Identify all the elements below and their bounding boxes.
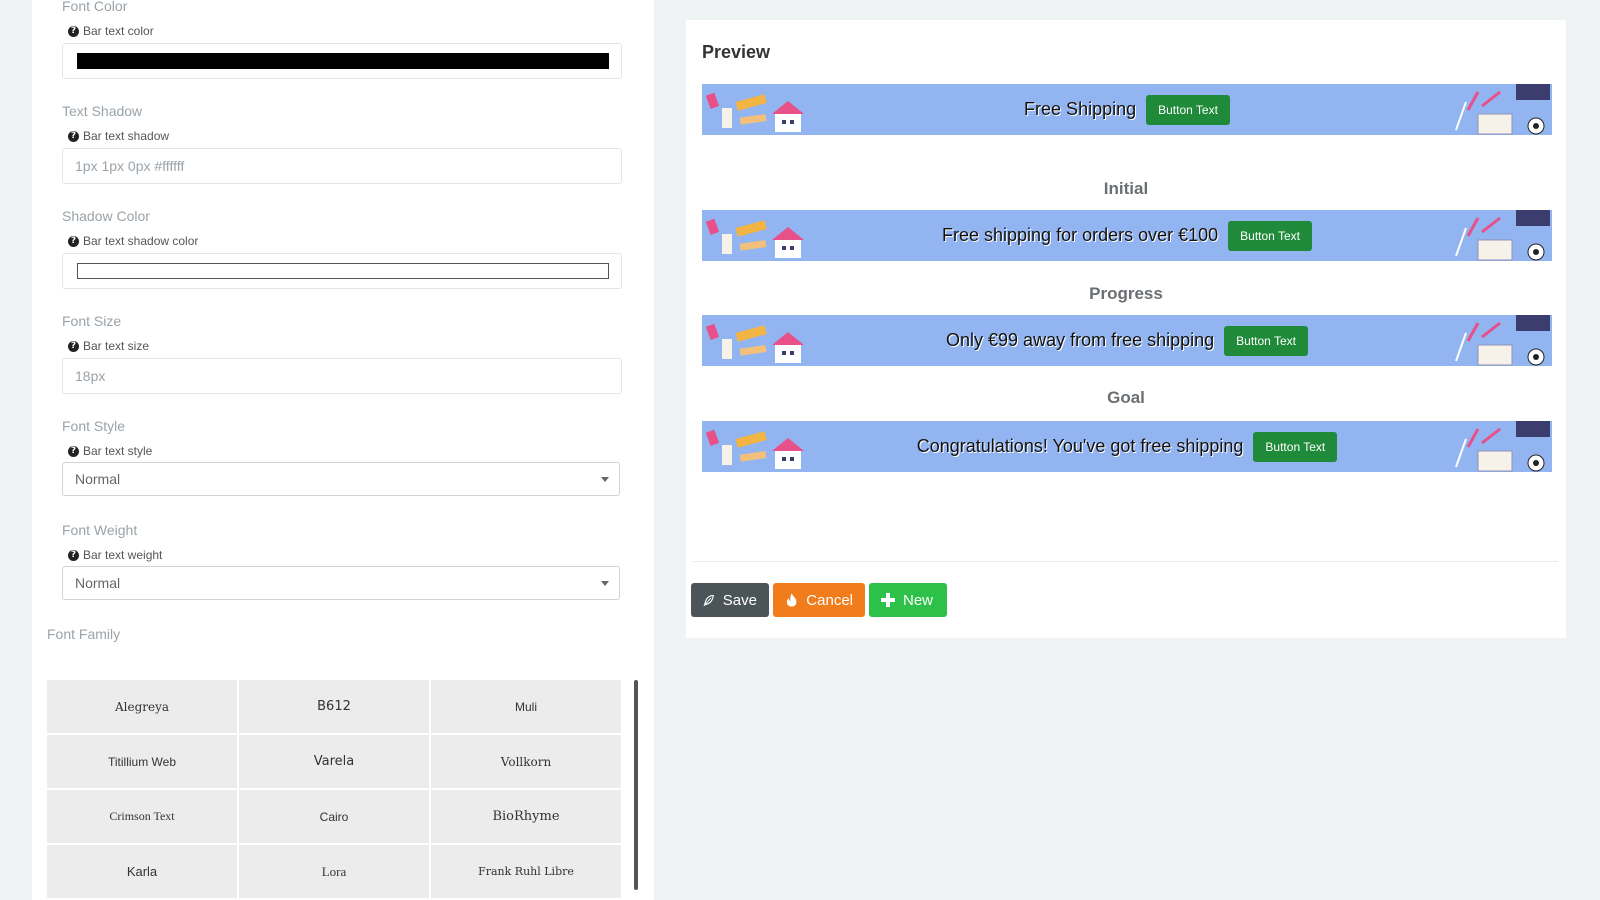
font-size-hint: ? Bar text size [68,339,149,353]
preview-bar-default: Free Shipping Button Text [702,84,1552,135]
school-supplies-icon [1455,210,1550,261]
bar-button[interactable]: Button Text [1224,325,1308,356]
font-grid-scrollbar[interactable] [634,680,638,890]
font-size-input[interactable]: 18px [62,358,622,394]
font-family-label: Font Family [47,626,121,642]
school-supplies-icon [1455,315,1550,366]
preview-bar-initial: Free shipping for orders over €100 Butto… [702,210,1552,261]
font-option-varela[interactable]: Varela [239,735,429,788]
cancel-button[interactable]: Cancel [773,583,865,617]
feather-icon [703,595,714,607]
font-style-selected: Normal [75,471,121,487]
bar-button[interactable]: Button Text [1228,220,1312,251]
shadow-color-hint-text: Bar text shadow color [83,234,199,248]
font-color-picker[interactable] [62,43,622,79]
question-icon: ? [68,549,79,561]
font-option-cairo[interactable]: Cairo [239,790,429,843]
font-color-swatch[interactable] [77,53,609,69]
new-button[interactable]: New [869,583,947,617]
font-option-crimson-text[interactable]: Crimson Text [47,790,237,843]
question-icon: ? [68,445,79,457]
preview-panel: Preview Free Shipping Button Text Initia… [686,20,1566,638]
save-button-label: Save [722,591,757,609]
font-size-hint-text: Bar text size [83,339,150,353]
font-color-hint: ? Bar text color [68,24,154,38]
text-shadow-hint: ? Bar text shadow [68,129,169,143]
state-title-initial: Initial [1103,179,1149,198]
font-option-frank-ruhl-libre[interactable]: Frank Ruhl Libre [431,845,621,898]
font-size-label: Font Size [62,313,122,329]
bar-message: Only €99 away from free shipping [946,330,1215,350]
bar-button[interactable]: Button Text [1146,94,1230,125]
question-icon: ? [68,340,79,352]
state-title-progress: Progress [1089,284,1163,303]
preview-bar-progress: Only €99 away from free shipping Button … [702,315,1552,366]
font-option-vollkorn[interactable]: Vollkorn [431,735,621,788]
font-option-b612[interactable]: B612 [239,680,429,733]
question-icon: ? [68,235,79,247]
font-style-select[interactable]: Normal [62,462,620,496]
question-icon: ? [68,25,79,37]
font-size-placeholder: 18px [75,368,106,384]
font-style-hint: ? Bar text style [68,444,152,458]
fire-icon [786,593,797,607]
font-weight-hint: ? Bar text weight [68,548,162,562]
font-weight-label: Font Weight [62,522,138,538]
settings-panel: Font Color ? Bar text color Text Shadow … [32,0,654,900]
font-color-label: Font Color [62,0,128,14]
text-shadow-hint-text: Bar text shadow [83,129,170,143]
font-option-lora[interactable]: Lora [239,845,429,898]
text-shadow-label: Text Shadow [62,103,143,119]
font-weight-selected: Normal [75,575,121,591]
school-supplies-icon [1455,84,1550,135]
question-icon: ? [68,130,79,142]
font-option-alegreya[interactable]: Alegreya [47,680,237,733]
school-supplies-icon [1455,421,1550,472]
font-option-karla[interactable]: Karla [47,845,237,898]
font-color-hint-text: Bar text color [83,24,154,38]
font-weight-select[interactable]: Normal [62,566,620,600]
font-style-label: Font Style [62,418,126,434]
font-weight-hint-text: Bar text weight [83,548,163,562]
preview-title: Preview [702,42,771,62]
actions-divider [692,561,1558,562]
chevron-down-icon [601,581,609,586]
new-button-label: New [903,591,934,609]
preview-bar-goal: Congratulations! You've got free shippin… [702,421,1552,472]
state-title-goal: Goal [1107,388,1145,407]
font-style-hint-text: Bar text style [83,444,153,458]
chevron-down-icon [601,477,609,482]
shadow-color-picker[interactable] [62,253,622,289]
text-shadow-input[interactable]: 1px 1px 0px #ffffff [62,148,622,184]
shadow-color-hint: ? Bar text shadow color [68,234,198,248]
font-family-grid: Alegreya B612 Muli Titillium Web Varela … [47,680,621,900]
bar-message: Free shipping for orders over €100 [942,225,1219,245]
font-option-muli[interactable]: Muli [431,680,621,733]
shadow-color-swatch[interactable] [77,263,609,279]
plus-icon [881,593,895,607]
bar-button[interactable]: Button Text [1253,431,1338,462]
shadow-color-label: Shadow Color [62,208,150,224]
bar-message: Congratulations! You've got free shippin… [916,436,1244,456]
text-shadow-placeholder: 1px 1px 0px #ffffff [75,158,185,174]
cancel-button-label: Cancel [806,591,853,609]
font-option-titillium-web[interactable]: Titillium Web [47,735,237,788]
font-option-biorhyme[interactable]: BioRhyme [431,790,621,843]
save-button[interactable]: Save [691,583,769,617]
bar-message: Free Shipping [1024,99,1137,119]
